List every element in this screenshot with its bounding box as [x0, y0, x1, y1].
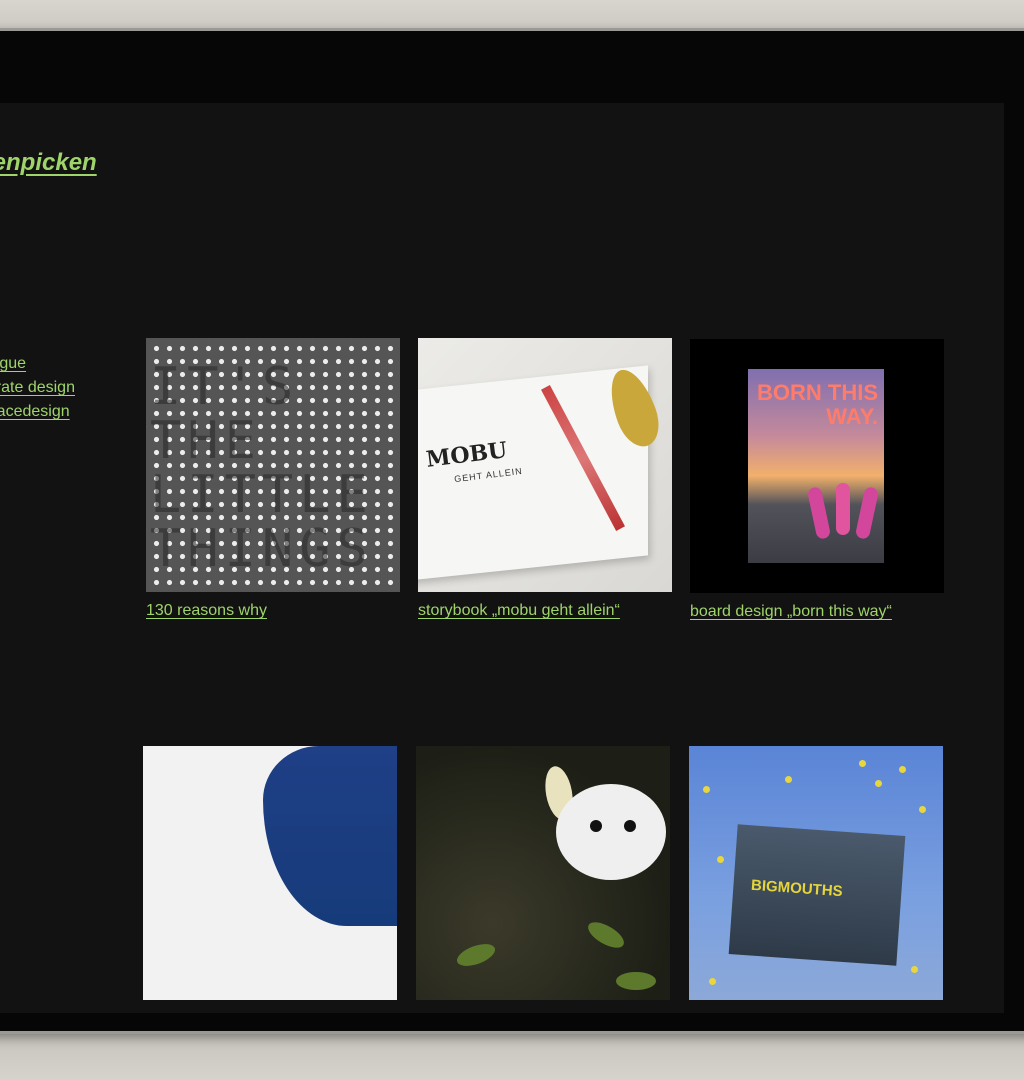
project-tile-mobu[interactable]: MOBU GEHT ALLEIN storybook „mobu geht al…	[418, 338, 672, 620]
project-thumbnail[interactable]: BORN THIS WAY.	[690, 339, 944, 593]
project-caption-link[interactable]: 130 reasons why	[146, 602, 400, 620]
project-caption-link[interactable]: storybook „mobu geht allein“	[418, 602, 672, 620]
project-thumbnail[interactable]: IT'S THE LITTLE THINGS	[146, 338, 400, 592]
project-tile-4[interactable]	[143, 746, 397, 1010]
poster-title: BORN THIS WAY.	[757, 380, 878, 429]
category-link-corporate-design[interactable]: porate design	[0, 379, 75, 397]
plush-head	[556, 784, 666, 880]
website-screen: henpicken alogue porate design erfacedes…	[0, 103, 1004, 1013]
flower-dot	[875, 780, 882, 787]
project-tile-5[interactable]	[416, 746, 670, 1010]
flower-dot	[709, 978, 716, 985]
flower-dot	[785, 776, 792, 783]
flower-dot	[899, 766, 906, 773]
leaf-decoration	[454, 939, 498, 971]
poster-image: BORN THIS WAY.	[748, 369, 884, 563]
category-link-catalogue[interactable]: alogue	[0, 355, 75, 373]
project-tile-6[interactable]: BIGMOUTHS	[689, 746, 943, 1010]
sky-shape	[263, 746, 397, 926]
site-logo-link[interactable]: henpicken	[0, 149, 97, 177]
project-thumbnail[interactable]: MOBU GEHT ALLEIN	[418, 338, 672, 592]
flower-dot	[859, 760, 866, 767]
tablet-device: henpicken alogue porate design erfacedes…	[0, 28, 1024, 1034]
category-link-interfacedesign[interactable]: erfacedesign	[0, 403, 75, 421]
flower-dot	[911, 966, 918, 973]
board-shape	[854, 486, 880, 540]
project-caption-link[interactable]: board design „born this way“	[690, 603, 944, 621]
board-shape	[836, 483, 850, 535]
plush-eye	[624, 820, 636, 832]
letter-pattern-decoration: IT'S THE LITTLE THINGS	[150, 357, 374, 579]
board-shape	[806, 486, 832, 540]
project-tile-born-this-way[interactable]: BORN THIS WAY. board design „born this w…	[690, 339, 944, 621]
flower-dot	[919, 806, 926, 813]
project-tile-130-reasons[interactable]: IT'S THE LITTLE THINGS 130 reasons why	[146, 338, 400, 620]
leaf-decoration	[616, 972, 656, 990]
leaf-decoration	[584, 917, 628, 953]
flower-dot	[703, 786, 710, 793]
plush-eye	[590, 820, 602, 832]
flower-dot	[717, 856, 724, 863]
category-nav: alogue porate design erfacedesign	[0, 355, 75, 421]
project-thumbnail[interactable]	[143, 746, 397, 1000]
project-thumbnail[interactable]: BIGMOUTHS	[689, 746, 943, 1000]
project-thumbnail[interactable]	[416, 746, 670, 1000]
